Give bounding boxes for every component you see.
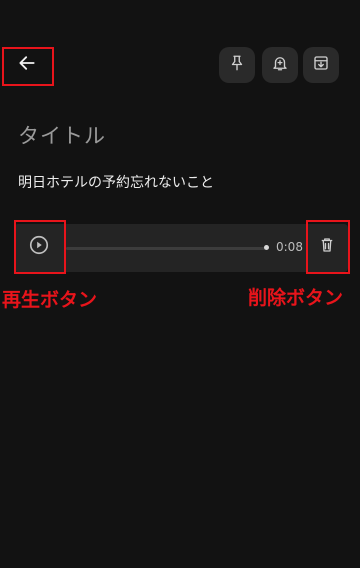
note-body-field[interactable]: 明日ホテルの予約忘れないこと — [18, 172, 214, 192]
archive-button[interactable] — [303, 47, 339, 83]
back-button-highlight — [2, 47, 54, 86]
delete-button-annotation: 削除ボタン — [248, 287, 344, 309]
audio-progress-track[interactable] — [66, 247, 266, 250]
note-title-field[interactable]: タイトル — [18, 120, 106, 150]
pin-icon — [228, 54, 246, 76]
audio-duration: 0:08 — [276, 240, 303, 254]
bell-plus-icon — [271, 54, 289, 76]
pin-button[interactable] — [219, 47, 255, 83]
play-button-annotation: 再生ボタン — [2, 289, 98, 311]
reminder-button[interactable] — [262, 47, 298, 83]
top-app-bar — [0, 0, 360, 110]
archive-icon — [312, 54, 330, 76]
play-button-highlight — [14, 220, 66, 274]
delete-button-highlight — [306, 220, 350, 274]
audio-progress-handle[interactable] — [264, 245, 269, 250]
